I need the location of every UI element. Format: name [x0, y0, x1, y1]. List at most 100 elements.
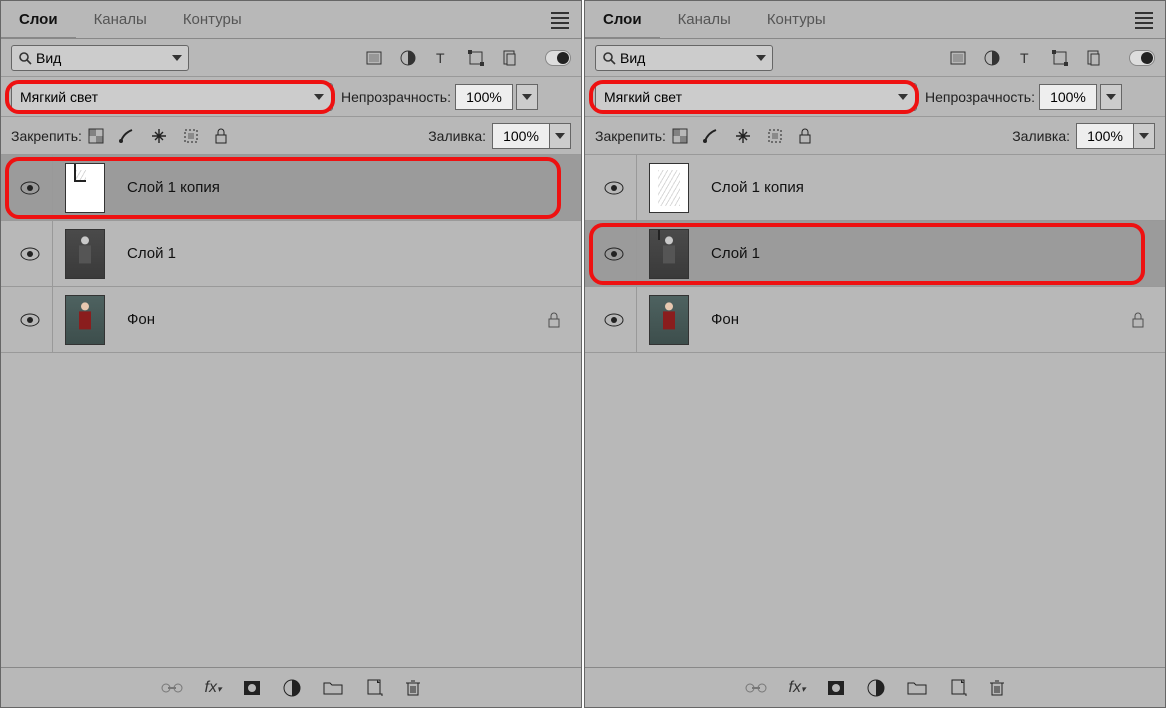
link-icon[interactable] [161, 681, 183, 695]
layer-row[interactable]: Слой 1 копия [1, 155, 581, 221]
layer-row[interactable]: Слой 1 [585, 221, 1165, 287]
lock-icon [547, 312, 561, 328]
folder-icon[interactable] [323, 680, 343, 696]
fill-label: Заливка: [428, 128, 486, 144]
filter-shape-icon[interactable] [1051, 49, 1069, 67]
filter-pixel-icon[interactable] [365, 49, 383, 67]
footer-bar: fx▾ [585, 667, 1165, 707]
eye-icon[interactable] [604, 247, 624, 261]
layers-panel-right: Слои Каналы Контуры Вид T Мягкий свет Не… [584, 0, 1166, 708]
layer-thumbnail [649, 229, 689, 279]
fill-value[interactable]: 100% [1076, 123, 1134, 149]
mask-icon[interactable] [243, 680, 261, 696]
filter-smart-icon[interactable] [501, 49, 519, 67]
tab-paths[interactable]: Контуры [749, 1, 844, 39]
link-icon[interactable] [745, 681, 767, 695]
trash-icon[interactable] [989, 679, 1005, 697]
lock-paint-icon[interactable] [118, 127, 136, 145]
lock-position-icon[interactable] [150, 127, 168, 145]
panel-menu-icon[interactable] [551, 9, 569, 32]
fill-label: Заливка: [1012, 128, 1070, 144]
eye-icon[interactable] [20, 313, 40, 327]
layer-thumbnail [65, 229, 105, 279]
fill-value[interactable]: 100% [492, 123, 550, 149]
filter-pixel-icon[interactable] [949, 49, 967, 67]
eye-icon[interactable] [604, 313, 624, 327]
layer-row[interactable]: Слой 1 [1, 221, 581, 287]
layers-panel-left: Слои Каналы Контуры Вид T Мягкий свет Не… [0, 0, 582, 708]
layer-list: Слой 1 копия Слой 1 Фон [1, 155, 581, 667]
filter-type-icon[interactable]: T [1017, 49, 1035, 67]
folder-icon[interactable] [907, 680, 927, 696]
lock-position-icon[interactable] [734, 127, 752, 145]
chevron-down-icon [314, 94, 324, 100]
layer-row[interactable]: Фон [585, 287, 1165, 353]
filter-adjust-icon[interactable] [399, 49, 417, 67]
layer-name[interactable]: Слой 1 [711, 245, 760, 262]
tab-bar: Слои Каналы Контуры [1, 1, 581, 39]
layer-thumbnail [65, 163, 105, 213]
new-layer-icon[interactable] [949, 679, 967, 697]
filter-shape-icon[interactable] [467, 49, 485, 67]
lock-paint-icon[interactable] [702, 127, 720, 145]
chevron-down-icon [172, 55, 182, 61]
search-icon [602, 51, 616, 65]
new-layer-icon[interactable] [365, 679, 383, 697]
blend-mode-label: Мягкий свет [20, 89, 98, 105]
filter-row: Вид T [585, 39, 1165, 77]
svg-text:T: T [1020, 50, 1029, 66]
trash-icon[interactable] [405, 679, 421, 697]
opacity-chevron[interactable] [1100, 84, 1122, 110]
eye-icon[interactable] [604, 181, 624, 195]
filter-type-icon[interactable]: T [433, 49, 451, 67]
lock-all-icon[interactable] [798, 128, 812, 144]
lock-artboard-icon[interactable] [766, 127, 784, 145]
layer-name[interactable]: Слой 1 копия [127, 179, 220, 196]
tab-layers[interactable]: Слои [1, 1, 76, 39]
fill-chevron[interactable] [549, 123, 571, 149]
panel-menu-icon[interactable] [1135, 9, 1153, 32]
blend-mode-select[interactable]: Мягкий свет [11, 83, 333, 111]
lock-artboard-icon[interactable] [182, 127, 200, 145]
lock-label: Закрепить: [11, 128, 82, 144]
mask-icon[interactable] [827, 680, 845, 696]
layer-name[interactable]: Слой 1 [127, 245, 176, 262]
filter-adjust-icon[interactable] [983, 49, 1001, 67]
lock-transparency-icon[interactable] [88, 128, 104, 144]
filter-toggle[interactable] [1129, 50, 1155, 66]
blend-mode-select[interactable]: Мягкий свет [595, 83, 917, 111]
lock-label: Закрепить: [595, 128, 666, 144]
svg-text:T: T [436, 50, 445, 66]
layer-row[interactable]: Фон [1, 287, 581, 353]
fx-icon[interactable]: fx▾ [789, 679, 806, 697]
adjustment-icon[interactable] [283, 679, 301, 697]
filter-toggle[interactable] [545, 50, 571, 66]
filter-type-select[interactable]: Вид [11, 45, 189, 71]
fx-icon[interactable]: fx▾ [205, 679, 222, 697]
filter-smart-icon[interactable] [1085, 49, 1103, 67]
tab-bar: Слои Каналы Контуры [585, 1, 1165, 39]
blend-row: Мягкий свет Непрозрачность: 100% [1, 77, 581, 117]
tab-channels[interactable]: Каналы [76, 1, 165, 39]
lock-all-icon[interactable] [214, 128, 228, 144]
tab-layers[interactable]: Слои [585, 1, 660, 39]
tab-channels[interactable]: Каналы [660, 1, 749, 39]
filter-type-select[interactable]: Вид [595, 45, 773, 71]
lock-transparency-icon[interactable] [672, 128, 688, 144]
eye-icon[interactable] [20, 247, 40, 261]
layer-name[interactable]: Фон [711, 311, 739, 328]
layer-name[interactable]: Слой 1 копия [711, 179, 804, 196]
opacity-chevron[interactable] [516, 84, 538, 110]
tab-paths[interactable]: Контуры [165, 1, 260, 39]
layer-name[interactable]: Фон [127, 311, 155, 328]
blend-mode-label: Мягкий свет [604, 89, 682, 105]
layer-row[interactable]: Слой 1 копия [585, 155, 1165, 221]
footer-bar: fx▾ [1, 667, 581, 707]
opacity-value[interactable]: 100% [455, 84, 513, 110]
adjustment-icon[interactable] [867, 679, 885, 697]
layer-thumbnail [65, 295, 105, 345]
eye-icon[interactable] [20, 181, 40, 195]
opacity-value[interactable]: 100% [1039, 84, 1097, 110]
fill-chevron[interactable] [1133, 123, 1155, 149]
search-icon [18, 51, 32, 65]
